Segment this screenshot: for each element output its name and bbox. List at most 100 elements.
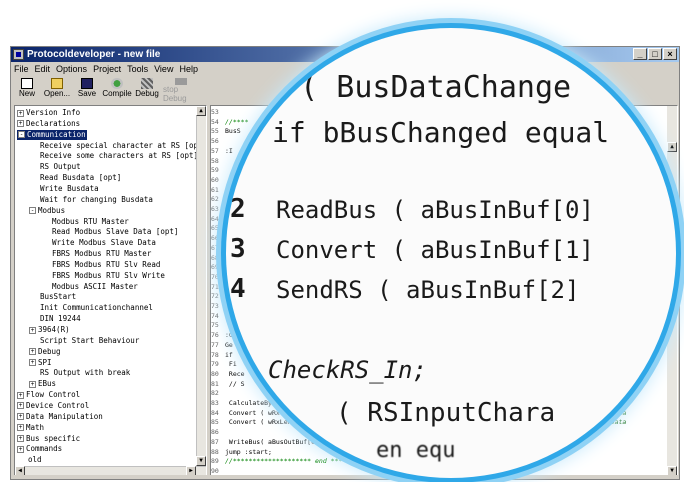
- code-line[interactable]: 70: [211, 273, 225, 282]
- tree-item[interactable]: + Commands: [17, 444, 62, 454]
- tree-item[interactable]: FBRS Modbus RTU Master: [52, 249, 151, 259]
- code-line[interactable]: 78 if: [211, 351, 233, 360]
- maximize-button[interactable]: □: [648, 48, 662, 60]
- tree-item[interactable]: +3964(R): [29, 325, 70, 335]
- tree-item[interactable]: + Flow Control: [17, 390, 80, 400]
- code-line[interactable]: 59: [211, 166, 225, 175]
- code-line[interactable]: 89 //******************** end **********: [211, 457, 370, 466]
- menu-tools[interactable]: Tools: [124, 63, 151, 76]
- code-line[interactable]: 84 Convert ( wRx: [211, 409, 280, 418]
- tree-item[interactable]: + SPI: [29, 358, 52, 368]
- tree-item[interactable]: + EBus: [29, 379, 56, 389]
- tree-item[interactable]: + Debug: [29, 347, 61, 357]
- debug-button[interactable]: Debug: [133, 77, 161, 103]
- code-line[interactable]: 66: [211, 234, 225, 243]
- expand-icon[interactable]: +: [17, 435, 24, 442]
- expand-icon[interactable]: +: [17, 391, 24, 399]
- code-line[interactable]: 86: [211, 428, 225, 437]
- code-line[interactable]: 53: [211, 108, 225, 117]
- tree-item[interactable]: Receive special character at RS [opt]: [40, 141, 206, 151]
- code-line[interactable]: 82: [211, 389, 225, 398]
- expand-icon[interactable]: +: [29, 359, 36, 367]
- expand-icon[interactable]: +: [29, 380, 36, 388]
- code-line[interactable]: 63: [211, 205, 225, 214]
- open-button[interactable]: Open...: [43, 77, 71, 103]
- tree-item[interactable]: + Bus specific: [17, 434, 80, 444]
- tree-item[interactable]: Modbus RTU Master: [52, 217, 129, 227]
- code-line[interactable]: 83 CalculateBy: [211, 399, 272, 408]
- code-line[interactable]: 79 Fi: [211, 360, 237, 369]
- expand-icon[interactable]: +: [17, 445, 24, 453]
- code-line[interactable]: 58: [211, 157, 225, 166]
- code-line[interactable]: 55 BusS: [211, 127, 241, 136]
- new-button[interactable]: New: [13, 77, 41, 103]
- tree-item[interactable]: Read Modbus Slave Data [opt]: [52, 227, 178, 237]
- tree-item[interactable]: RS Output with break: [40, 368, 130, 378]
- tree-item[interactable]: BusStart: [40, 292, 76, 302]
- tree-item[interactable]: + Data Manipulation: [17, 412, 103, 422]
- code-line[interactable]: 74: [211, 312, 225, 321]
- code-line[interactable]: 72: [211, 292, 225, 301]
- code-line[interactable]: 75: [211, 321, 225, 330]
- tree-item[interactable]: RS Output: [40, 162, 81, 172]
- compile-button[interactable]: Compile: [102, 77, 132, 103]
- function-tree[interactable]: old + Commands + Bus specific + Math + Data Mani…: [14, 105, 207, 477]
- scroll-down-arrow-icon[interactable]: ▼: [196, 456, 206, 466]
- code-line[interactable]: 80 Rece: [211, 370, 245, 379]
- tree-item[interactable]: Read Busdata [opt]: [40, 173, 121, 183]
- tree-item[interactable]: Write Modbus Slave Data: [52, 238, 156, 248]
- code-line[interactable]: 76:C: [211, 331, 233, 340]
- code-line[interactable]: 57:I: [211, 147, 233, 156]
- code-line[interactable]: 68: [211, 254, 225, 263]
- menu-file[interactable]: File: [11, 63, 32, 76]
- tree-item[interactable]: Receive some characters at RS [opt]: [40, 151, 198, 161]
- code-line[interactable]: 73: [211, 302, 225, 311]
- code-line[interactable]: 77 Ge: [211, 341, 233, 350]
- expand-icon[interactable]: +: [17, 424, 24, 432]
- tree-item[interactable]: + Math: [17, 423, 44, 433]
- code-line[interactable]: 54 //****: [211, 118, 248, 127]
- tree-item[interactable]: FBRS Modbus RTU Slv Read: [52, 260, 160, 270]
- tree-item[interactable]: Init Communicationchannel: [40, 303, 153, 313]
- code-line[interactable]: 71: [211, 283, 225, 292]
- code-line[interactable]: 65: [211, 224, 225, 233]
- editor-scroll-up-arrow-icon[interactable]: ▲: [667, 142, 677, 152]
- code-line[interactable]: 60: [211, 176, 225, 185]
- code-line[interactable]: 67: [211, 244, 225, 253]
- tree-vertical-scrollbar[interactable]: ▲ ▼: [196, 106, 206, 466]
- tree-item[interactable]: Modbus ASCII Master: [52, 282, 138, 292]
- expand-icon[interactable]: +: [17, 109, 24, 117]
- menu-view[interactable]: View: [151, 63, 176, 76]
- close-button[interactable]: ×: [663, 48, 677, 60]
- collapse-icon[interactable]: -: [29, 207, 36, 215]
- save-button[interactable]: Save: [73, 77, 101, 103]
- menu-edit[interactable]: Edit: [32, 63, 54, 76]
- code-line[interactable]: 81 // S: [211, 380, 245, 389]
- stop-debug-button[interactable]: stop Debug: [163, 77, 199, 103]
- expand-icon[interactable]: +: [17, 413, 24, 421]
- tree-item[interactable]: + Declarations: [17, 119, 80, 129]
- scroll-up-arrow-icon[interactable]: ▲: [196, 106, 206, 116]
- menu-options[interactable]: Options: [53, 63, 90, 76]
- code-line[interactable]: 69: [211, 263, 225, 272]
- collapse-icon[interactable]: -: [18, 131, 25, 139]
- menu-help[interactable]: Help: [176, 63, 201, 76]
- minimize-button[interactable]: _: [633, 48, 647, 60]
- menu-project[interactable]: Project: [90, 63, 124, 76]
- code-line[interactable]: 61: [211, 186, 225, 195]
- code-line[interactable]: 88 jump :start;: [211, 448, 272, 457]
- tree-item[interactable]: Write Busdata: [40, 184, 99, 194]
- tree-item[interactable]: - Communication: [17, 129, 87, 140]
- code-line[interactable]: 85 Convert ( wRxLen: [211, 418, 292, 427]
- tree-item[interactable]: + Version Info: [17, 108, 80, 118]
- tree-item[interactable]: DIN 19244: [40, 314, 81, 324]
- expand-icon[interactable]: +: [29, 348, 36, 356]
- expand-icon[interactable]: +: [17, 402, 24, 410]
- tree-item[interactable]: Script Start Behaviour: [40, 336, 139, 346]
- tree-item[interactable]: old: [28, 455, 42, 465]
- code-line[interactable]: 56: [211, 137, 225, 146]
- code-line[interactable]: 64: [211, 215, 225, 224]
- expand-icon[interactable]: +: [17, 120, 24, 128]
- code-line[interactable]: 62: [211, 195, 225, 204]
- code-line[interactable]: 87 WriteBus( aBusOutBuf[0],: [211, 438, 323, 447]
